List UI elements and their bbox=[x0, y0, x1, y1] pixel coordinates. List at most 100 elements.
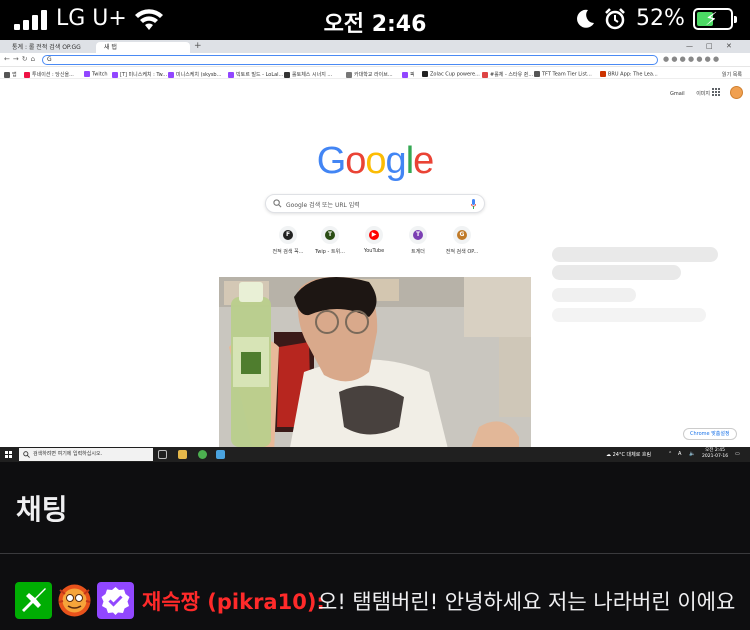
browser-tab-active[interactable]: 새 탭 bbox=[96, 42, 190, 53]
google-shortcut[interactable]: ▶ YouTube bbox=[354, 226, 394, 254]
shortcut-label: 전적 검색 OP... bbox=[445, 249, 479, 255]
shortcut-label: YouTube bbox=[363, 248, 385, 254]
shortcut-label: 트게더 bbox=[411, 249, 425, 255]
google-shortcut[interactable]: G 전적 검색 OP... bbox=[442, 226, 482, 255]
bookmark-favicon-icon bbox=[24, 71, 30, 78]
chrome-icon[interactable] bbox=[198, 450, 207, 459]
notification-icon[interactable]: ▭ bbox=[735, 451, 740, 457]
bookmark-item[interactable]: 픽 bbox=[402, 71, 415, 78]
bookmark-favicon-icon bbox=[168, 71, 174, 78]
bookmark-item[interactable]: TFT Team Tier List... bbox=[534, 71, 592, 78]
bookmark-favicon-icon bbox=[4, 71, 10, 78]
task-view-icon[interactable] bbox=[158, 450, 167, 459]
bookmark-favicon-icon bbox=[112, 71, 118, 78]
taskbar-clock[interactable]: 오전 2:45 2021-07-16 bbox=[702, 448, 728, 460]
shortcut-favicon-icon: T bbox=[321, 226, 339, 244]
battery-percent: 52% bbox=[636, 6, 685, 31]
taskbar-app-icon[interactable] bbox=[216, 450, 225, 459]
streamer-webcam-image bbox=[219, 277, 531, 453]
account-avatar[interactable] bbox=[730, 86, 743, 99]
faded-overlay-text bbox=[552, 265, 681, 280]
navigation-arrows-icon[interactable]: ←→↻⌂ bbox=[4, 55, 38, 63]
close-icon[interactable]: ✕ bbox=[726, 42, 732, 50]
bookmark-favicon-icon bbox=[84, 71, 90, 77]
shortcut-favicon-icon: F bbox=[279, 226, 297, 244]
maximize-icon[interactable]: □ bbox=[706, 42, 713, 50]
subscriber-badge-icon[interactable] bbox=[56, 582, 93, 619]
bookmark-item[interactable]: Twitch bbox=[84, 71, 108, 78]
speaker-icon[interactable]: 🔈 bbox=[689, 451, 695, 457]
bookmark-item[interactable]: 미니스케치 (skysb... bbox=[168, 71, 221, 78]
battery-charging-icon: ⚡ bbox=[693, 8, 737, 30]
tray-icons[interactable]: ⌃ bbox=[668, 451, 672, 457]
windows-start-icon[interactable] bbox=[5, 451, 13, 459]
apps-grid-icon[interactable] bbox=[712, 88, 720, 96]
shortcut-label: Twip - 트위... bbox=[315, 249, 345, 255]
address-bar: ←→↻⌂ G ● ● ● ● ● ● ● bbox=[0, 53, 750, 67]
bookmark-item[interactable]: BRU App: The Lea... bbox=[600, 71, 658, 78]
reading-list-button[interactable]: 읽기 목록 bbox=[722, 71, 742, 78]
minimize-icon[interactable]: — bbox=[686, 42, 693, 50]
windows-taskbar: 검색하려면 여기에 입력하십시오. ☁ 24°C 대체로 흐림 ⌃ A 🔈 오전… bbox=[0, 447, 750, 462]
bookmark-item[interactable]: Zolac Cup powere... bbox=[422, 71, 480, 78]
browser-tab[interactable]: 통계 : 롤 전적 검색 OP.GG bbox=[4, 42, 94, 53]
google-shortcut[interactable]: F 전적 검색 꼭... bbox=[268, 226, 308, 255]
bookmarks-bar: 앱 투네이션 : 당신을... Twitch [T] 미니스케치 : Tw... 미니스… bbox=[0, 68, 750, 79]
chat-message-text: 오! 탬탬버린! 안녕하세요 저는 나라버린 이에요 bbox=[318, 590, 736, 614]
taskbar-search-placeholder: 검색하려면 여기에 입력하십시오. bbox=[33, 451, 103, 457]
shortcut-favicon-icon: T bbox=[409, 226, 427, 244]
stream-video[interactable]: 통계 : 롤 전적 검색 OP.GG 새 탭 + — □ ✕ ←→↻⌂ G ● … bbox=[0, 40, 750, 462]
chat-title: 채팅 bbox=[16, 493, 68, 526]
faded-overlay-text bbox=[552, 247, 718, 262]
bookmark-item[interactable]: 앱 bbox=[4, 71, 17, 78]
bookmark-favicon-icon bbox=[534, 71, 540, 77]
images-link[interactable]: 이미지 bbox=[696, 91, 710, 97]
omnibox-input[interactable]: G bbox=[42, 55, 658, 65]
bookmark-item[interactable]: #롤체 - 스타유 쥔... bbox=[482, 71, 533, 78]
bookmark-item[interactable]: 카대학교 라이브... bbox=[346, 71, 393, 78]
faded-overlay-text bbox=[552, 308, 706, 322]
taskbar-search-input[interactable]: 검색하려면 여기에 입력하십시오. bbox=[19, 448, 153, 461]
search-icon bbox=[23, 451, 30, 458]
shortcut-favicon-icon: G bbox=[453, 226, 471, 244]
shortcut-favicon-icon: ▶ bbox=[365, 226, 383, 244]
bookmark-favicon-icon bbox=[228, 71, 234, 78]
weather-cloud-icon: ☁ bbox=[606, 452, 611, 458]
bookmark-item[interactable]: 빅토르 빌드 - LoLal... bbox=[228, 71, 283, 78]
file-explorer-icon[interactable] bbox=[178, 450, 187, 459]
google-search-box[interactable]: Google 검색 또는 URL 입력 bbox=[265, 194, 485, 213]
bookmark-favicon-icon bbox=[346, 71, 352, 78]
bookmark-favicon-icon bbox=[284, 71, 290, 78]
bookmark-favicon-icon bbox=[482, 71, 488, 78]
new-tab-button[interactable]: + bbox=[194, 41, 202, 51]
ime-indicator[interactable]: A bbox=[678, 451, 681, 457]
bookmark-favicon-icon bbox=[402, 71, 408, 78]
bookmark-favicon-icon bbox=[422, 71, 428, 77]
google-shortcut[interactable]: T Twip - 트위... bbox=[310, 226, 350, 255]
bookmark-item[interactable]: 롤토체스 시너지 ... bbox=[284, 71, 332, 78]
verified-badge-icon[interactable] bbox=[97, 582, 134, 619]
google-logo: Google bbox=[316, 140, 435, 182]
chrome-customize-button[interactable]: Chrome 맞춤설정 bbox=[683, 428, 737, 440]
bookmark-favicon-icon bbox=[600, 71, 606, 77]
browser-tab-strip: 통계 : 롤 전적 검색 OP.GG 새 탭 + — □ ✕ bbox=[0, 40, 750, 53]
ios-status-bar: LG U+ 오전 2:46 52% ⚡ bbox=[0, 0, 750, 40]
gmail-link[interactable]: Gmail bbox=[670, 91, 685, 97]
moderator-badge-icon[interactable] bbox=[15, 582, 52, 619]
webcam-overlay bbox=[219, 277, 531, 453]
alarm-icon bbox=[605, 8, 625, 30]
chat-username[interactable]: 재슥짱 (pikra10): bbox=[142, 586, 325, 616]
google-search-placeholder: Google 검색 또는 URL 입력 bbox=[286, 202, 360, 209]
shortcut-label: 전적 검색 꼭... bbox=[272, 249, 304, 255]
weather-widget[interactable]: ☁ 24°C 대체로 흐림 bbox=[606, 451, 651, 458]
extension-icons[interactable]: ● ● ● ● ● ● ● bbox=[663, 55, 719, 63]
bookmark-item[interactable]: [T] 미니스케치 : Tw... bbox=[112, 71, 167, 78]
chat-divider bbox=[0, 553, 750, 554]
search-icon bbox=[273, 199, 282, 208]
moon-icon bbox=[577, 9, 594, 28]
faded-overlay-text bbox=[552, 288, 636, 302]
microphone-icon[interactable] bbox=[471, 199, 476, 209]
google-shortcut[interactable]: T 트게더 bbox=[398, 226, 438, 255]
chat-panel: 채팅 재슥짱 (pikra10): 오! 탬탬버린! 안녕하세요 저는 나라버린… bbox=[0, 462, 750, 630]
bookmark-item[interactable]: 투네이션 : 당신을... bbox=[24, 71, 74, 78]
